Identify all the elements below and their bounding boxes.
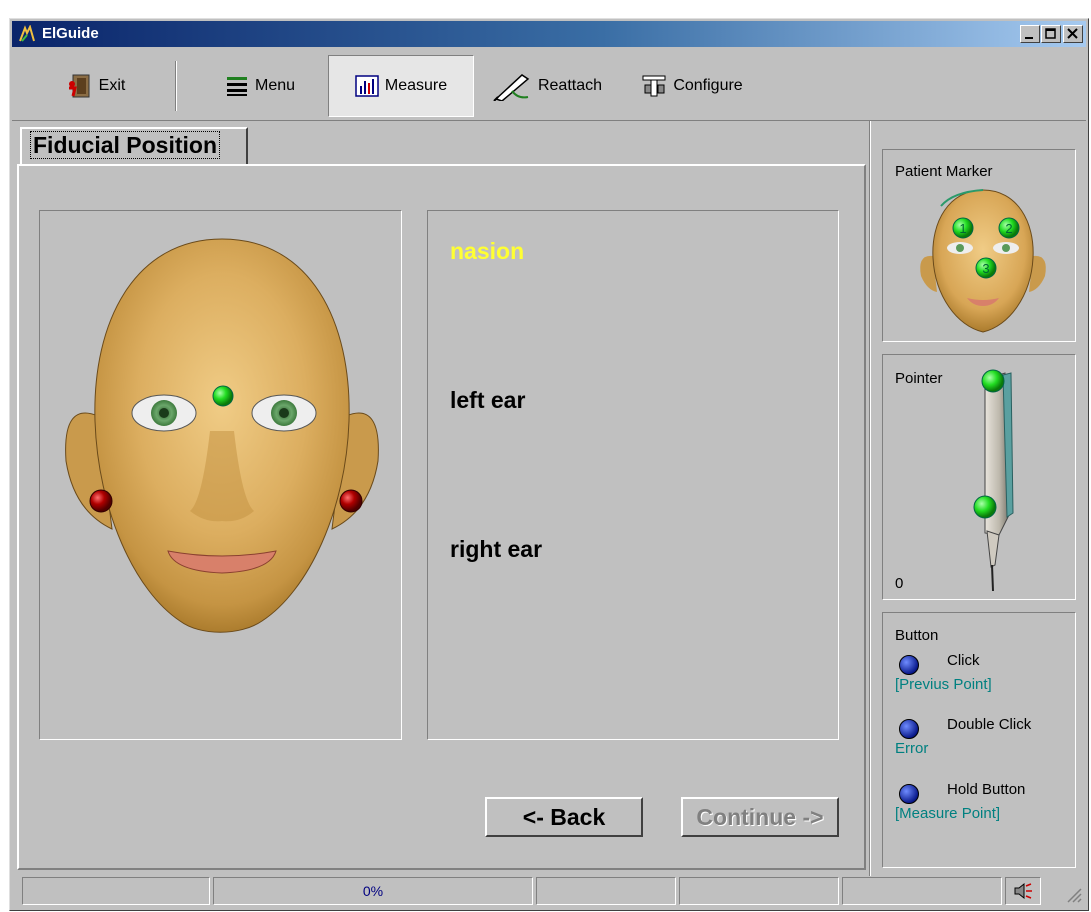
- hold-action: [Measure Point]: [895, 805, 1001, 822]
- measure-label: Measure: [384, 77, 448, 94]
- tab-label: Fiducial Position: [30, 131, 221, 159]
- close-button[interactable]: [1063, 25, 1083, 43]
- app-icon: [19, 25, 35, 42]
- head-image-panel: [39, 210, 402, 740]
- pointer-label: Pointer: [895, 370, 943, 387]
- minimize-button[interactable]: [1020, 25, 1040, 43]
- configure-icon: [642, 75, 666, 97]
- status-bar: 0%: [12, 875, 1086, 907]
- exit-button[interactable]: Exit: [40, 55, 150, 117]
- measure-icon: [355, 75, 379, 97]
- window-title: ElGuide: [42, 25, 99, 42]
- reattach-icon: [493, 74, 530, 101]
- pointer-panel: Pointer 0: [882, 354, 1076, 600]
- pointer-value: 0: [895, 575, 904, 592]
- head-image: [65, 238, 379, 633]
- side-divider: [869, 121, 871, 876]
- resize-grip-icon[interactable]: [1064, 885, 1082, 903]
- fiducial-item-nasion: nasion: [450, 238, 525, 264]
- status-cell: [22, 877, 210, 905]
- configure-button[interactable]: Configure: [632, 55, 752, 117]
- marker-number-1: 1: [959, 221, 966, 236]
- double-click-action: Error: [895, 740, 929, 757]
- tab-fiducial-position[interactable]: Fiducial Position: [20, 127, 248, 165]
- measure-button[interactable]: Measure: [328, 55, 474, 117]
- click-indicator-icon: [899, 655, 919, 675]
- button-legend-panel: Button Click [Previus Point] Double Clic…: [882, 612, 1076, 868]
- exit-label: Exit: [98, 77, 126, 94]
- exit-icon: [68, 74, 90, 98]
- speaker-icon: [1014, 882, 1032, 900]
- reattach-label: Reattach: [537, 77, 603, 94]
- click-label: Click: [947, 652, 980, 669]
- elguide-window: ElGuide Exit Menu Measure Reattach Confi…: [9, 18, 1089, 911]
- marker-number-3: 3: [982, 261, 989, 276]
- progress-text: 0%: [362, 883, 384, 899]
- close-icon: [1067, 28, 1078, 39]
- continue-button[interactable]: Continue ->: [681, 797, 839, 837]
- click-action: [Previus Point]: [895, 676, 992, 693]
- hold-label: Hold Button: [947, 781, 1026, 798]
- menu-icon: [226, 77, 247, 96]
- fiducial-item-right-ear: right ear: [450, 536, 543, 562]
- maximize-icon: [1045, 28, 1056, 39]
- reattach-button[interactable]: Reattach: [482, 55, 612, 117]
- status-cell: [679, 877, 839, 905]
- sound-cell[interactable]: [1005, 877, 1041, 905]
- button-legend-label: Button: [895, 627, 939, 644]
- right-ear-marker: [339, 489, 363, 513]
- content-panel: nasion left ear right ear <- Back Contin…: [17, 164, 866, 870]
- left-ear-marker: [89, 489, 113, 513]
- toolbar: Exit Menu Measure Reattach Configure: [12, 49, 1086, 121]
- marker-number-2: 2: [1005, 221, 1012, 236]
- fiducial-item-left-ear: left ear: [450, 387, 526, 413]
- double-click-label: Double Click: [947, 716, 1032, 733]
- menu-button[interactable]: Menu: [200, 55, 320, 117]
- status-cell: [842, 877, 1002, 905]
- patient-marker-label: Patient Marker: [895, 163, 993, 180]
- pointer-image: [973, 369, 1014, 592]
- menu-label: Menu: [254, 77, 296, 94]
- progress-cell: 0%: [213, 877, 533, 905]
- nasion-marker: [212, 385, 234, 407]
- double-click-indicator-icon: [899, 719, 919, 739]
- configure-label: Configure: [673, 77, 743, 94]
- fiducial-list-panel: nasion left ear right ear: [427, 210, 839, 740]
- maximize-button[interactable]: [1041, 25, 1061, 43]
- patient-marker-image: 1 2 3: [920, 189, 1046, 333]
- minimize-icon: [1025, 37, 1033, 39]
- hold-indicator-icon: [899, 784, 919, 804]
- status-cell: [536, 877, 676, 905]
- back-button[interactable]: <- Back: [485, 797, 643, 837]
- toolbar-separator: [175, 61, 177, 111]
- title-bar[interactable]: ElGuide: [12, 21, 1086, 47]
- patient-marker-panel: Patient Marker 1 2 3: [882, 149, 1076, 342]
